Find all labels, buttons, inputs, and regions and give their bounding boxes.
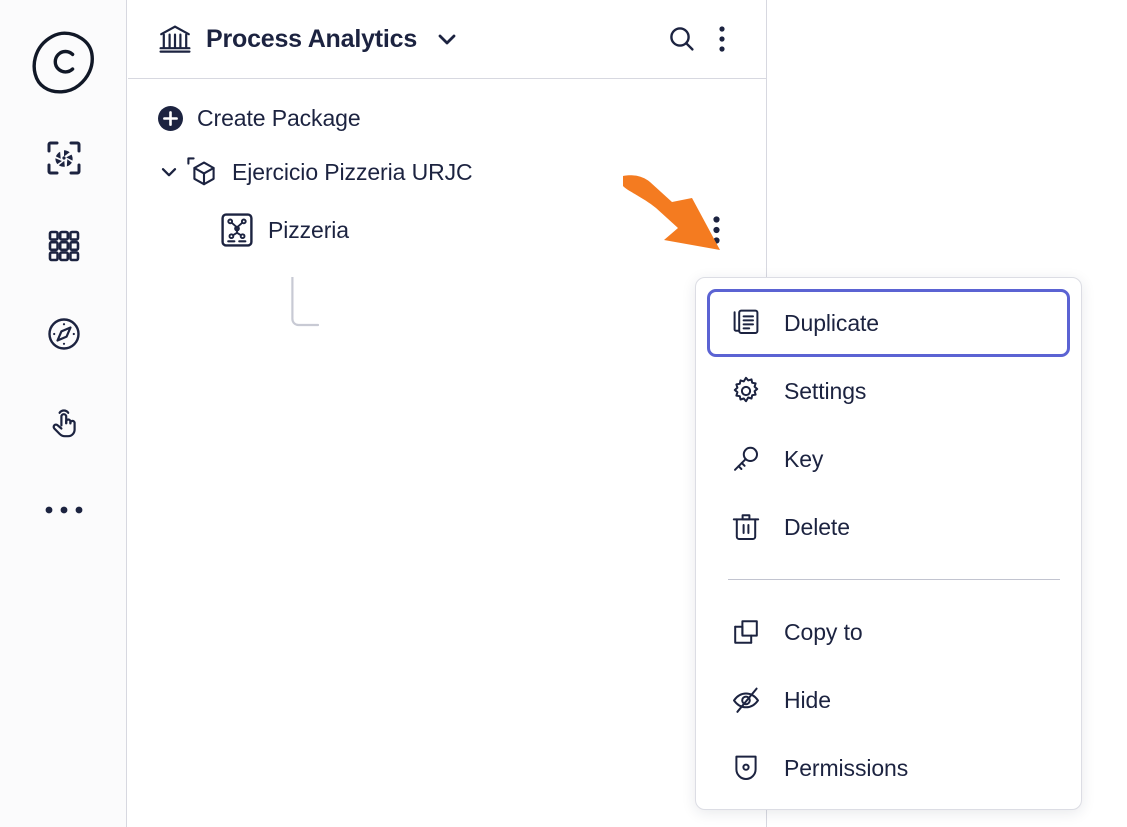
eye-off-icon [731, 685, 765, 715]
chevron-down-icon[interactable] [156, 159, 182, 185]
menu-item-copy-to[interactable]: Copy to [707, 598, 1070, 666]
celonis-logo-icon [31, 30, 97, 99]
create-package-button[interactable]: Create Package [128, 95, 766, 141]
sidebar-item-action[interactable] [0, 396, 127, 452]
menu-item-key[interactable]: Key [707, 425, 1070, 493]
menu-item-settings[interactable]: Settings [707, 357, 1070, 425]
kebab-menu-icon[interactable] [702, 19, 742, 59]
package-name-label: Ejercicio Pizzeria URJC [232, 158, 473, 185]
asset-name-label: Pizzeria [268, 216, 350, 243]
page-title: Process Analytics [206, 24, 418, 53]
key-icon [731, 444, 765, 474]
trash-icon [731, 512, 765, 542]
package-tree: Create Package Ejercicio Pizzeria URJC P… [128, 79, 766, 327]
search-icon[interactable] [662, 19, 702, 59]
app-root: Process Analytics Create Package Ejercic… [0, 0, 1127, 827]
sidebar-item-explore[interactable] [0, 308, 127, 364]
menu-item-delete[interactable]: Delete [707, 493, 1070, 561]
menu-item-hide[interactable]: Hide [707, 666, 1070, 734]
ellipsis-icon [44, 503, 84, 521]
hand-pointer-icon [45, 403, 83, 446]
left-nav-rail [0, 0, 127, 827]
asset-context-menu: Duplicate Settings Key Delete Copy to Hi… [695, 277, 1082, 810]
duplicate-icon [731, 308, 765, 338]
menu-item-label: Key [784, 445, 824, 472]
sidebar-item-apps[interactable] [0, 220, 127, 276]
panel-header: Process Analytics [128, 0, 766, 79]
tree-row-asset[interactable]: Pizzeria [128, 207, 766, 253]
menu-item-label: Copy to [784, 618, 863, 645]
plus-circle-icon [158, 105, 183, 131]
menu-item-permissions[interactable]: Permissions [707, 734, 1070, 802]
tree-connector-line [291, 277, 319, 327]
create-package-label: Create Package [197, 104, 361, 131]
pizzeria-row-kebab-menu[interactable] [702, 213, 730, 247]
process-analysis-icon [220, 213, 254, 247]
menu-item-label: Settings [784, 377, 867, 404]
package-cube-icon [186, 155, 220, 189]
copy-to-icon [731, 617, 765, 647]
gear-icon [731, 376, 765, 406]
menu-item-label: Hide [784, 686, 831, 713]
grid-apps-icon [47, 229, 81, 268]
menu-item-label: Duplicate [784, 309, 879, 336]
celonis-logo-button[interactable] [0, 22, 127, 106]
chevron-down-icon[interactable] [435, 27, 459, 51]
aperture-frame-icon [47, 141, 81, 180]
bank-columns-icon [158, 22, 192, 56]
menu-item-duplicate[interactable]: Duplicate [707, 289, 1070, 357]
sidebar-item-more[interactable] [0, 484, 127, 540]
sidebar-item-studio[interactable] [0, 132, 127, 188]
menu-separator [728, 579, 1060, 580]
menu-item-label: Permissions [784, 754, 909, 781]
shield-dot-icon [731, 753, 765, 783]
compass-icon [46, 316, 82, 357]
package-explorer-panel: Process Analytics Create Package Ejercic… [128, 0, 767, 827]
tree-row-package[interactable]: Ejercicio Pizzeria URJC [128, 149, 766, 195]
menu-item-label: Delete [784, 513, 850, 540]
